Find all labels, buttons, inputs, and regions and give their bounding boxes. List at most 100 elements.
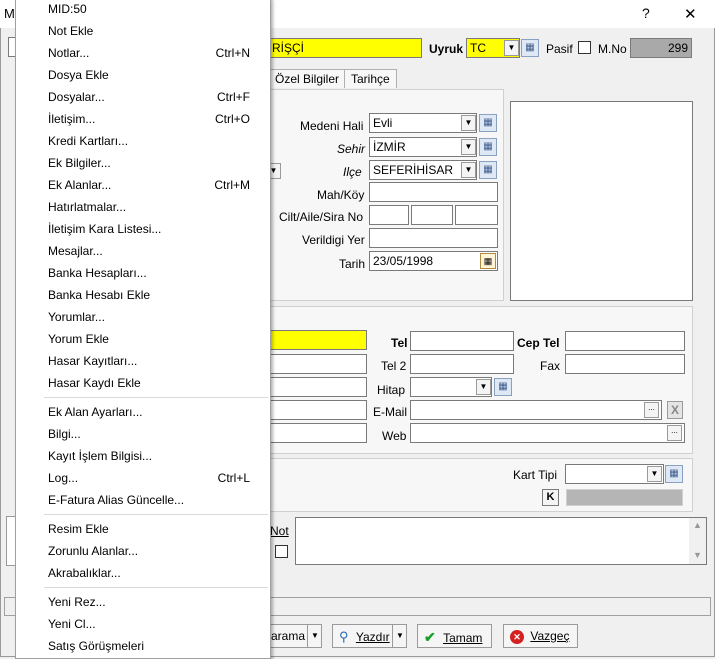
scroll-down-icon[interactable]: ▼ xyxy=(693,550,702,560)
menu-item-hasar-kaydi-ekle[interactable]: Hasar Kaydı Ekle xyxy=(16,372,270,394)
menu-item-hasar-kayitlari[interactable]: Hasar Kayıtları... xyxy=(16,350,270,372)
contact-field-4[interactable] xyxy=(268,400,367,420)
menu-item-yorumlar[interactable]: Yorumlar... xyxy=(16,306,270,328)
tamam-label: Tamam xyxy=(443,631,483,645)
ilce-pick-icon[interactable]: ▦ xyxy=(479,161,497,179)
menu-item-akrabaliklar[interactable]: Akrabalıklar... xyxy=(16,562,270,584)
cancel-icon: ✕ xyxy=(510,630,524,644)
vazgec-button[interactable]: ✕ Vazgeç xyxy=(503,624,578,648)
contact-field-2[interactable] xyxy=(268,354,367,374)
web-field[interactable] xyxy=(410,423,685,443)
scroll-up-icon[interactable]: ▲ xyxy=(693,520,702,530)
uyruk-label: Uyruk xyxy=(429,42,464,56)
menu-separator xyxy=(44,514,268,515)
medeni-hali-label: Medeni Hali xyxy=(300,119,364,133)
mah-koy-label: Mah/Köy xyxy=(317,188,365,202)
menu-item-satis-gorusmeleri[interactable]: Satış Görüşmeleri xyxy=(16,635,270,657)
menu-item-iletisim-kara-listesi[interactable]: İletişim Kara Listesi... xyxy=(16,218,270,240)
note-textarea[interactable] xyxy=(295,517,707,565)
hitap-label: Hitap xyxy=(377,383,406,397)
close-icon[interactable]: ✕ xyxy=(684,5,697,23)
name-field[interactable]: RİŞÇİ xyxy=(268,38,422,58)
menu-item-iletisim[interactable]: İletişim... Ctrl+O xyxy=(16,108,270,130)
tab-tarihce[interactable]: Tarihçe xyxy=(344,69,397,88)
menu-item-ek-alanlar[interactable]: Ek Alanlar... Ctrl+M xyxy=(16,174,270,196)
menu-item-log[interactable]: Log... Ctrl+L xyxy=(16,467,270,489)
menu-item-not-ekle[interactable]: Not Ekle xyxy=(16,20,270,42)
web-browse-button[interactable]: ... xyxy=(667,425,682,441)
vazgec-label: Vazgeç xyxy=(530,629,570,643)
tel2-field[interactable] xyxy=(410,354,514,374)
menu-item-notlar[interactable]: Notlar... Ctrl+N xyxy=(16,42,270,64)
fax-label: Fax xyxy=(540,359,561,373)
pasif-label: Pasif xyxy=(546,42,573,56)
photo-box xyxy=(510,101,693,301)
menu-item-dosyalar[interactable]: Dosyalar... Ctrl+F xyxy=(16,86,270,108)
yazdir-dropdown-button[interactable]: ▼ xyxy=(392,624,407,648)
contact-name-field[interactable] xyxy=(268,330,367,350)
cilt-field[interactable] xyxy=(369,205,409,225)
menu-item-banka-hesabi-ekle[interactable]: Banka Hesabı Ekle xyxy=(16,284,270,306)
verildigi-yer-label: Verildigi Yer xyxy=(302,233,365,247)
k-button[interactable]: K xyxy=(542,489,559,506)
contact-field-3[interactable] xyxy=(268,377,367,397)
web-label: Web xyxy=(382,429,407,443)
menu-item-resim-ekle[interactable]: Resim Ekle xyxy=(16,518,270,540)
email-field[interactable] xyxy=(410,400,662,420)
menu-item-hatirlatmalar[interactable]: Hatırlatmalar... xyxy=(16,196,270,218)
arama-dropdown-button[interactable]: ▼ xyxy=(307,624,322,648)
menu-item-mesajlar[interactable]: Mesajlar... xyxy=(16,240,270,262)
context-menu: MID:50 Not Ekle Notlar... Ctrl+N Dosya Ek… xyxy=(15,0,271,659)
verildigi-yer-field[interactable] xyxy=(369,228,498,248)
uyruk-pick-icon[interactable]: ▦ xyxy=(521,39,539,57)
tarih-field[interactable]: 23/05/1998 xyxy=(369,251,498,271)
sehir-pick-icon[interactable]: ▦ xyxy=(479,138,497,156)
tel-field[interactable] xyxy=(410,331,514,351)
medeni-hali-pick-icon[interactable]: ▦ xyxy=(479,114,497,132)
mah-koy-field[interactable] xyxy=(369,182,498,202)
ilce-dropdown-button[interactable]: ▼ xyxy=(461,162,476,178)
email-browse-button[interactable]: ... xyxy=(644,402,659,418)
menu-item-bilgi[interactable]: Bilgi... xyxy=(16,423,270,445)
sehir-dropdown-button[interactable]: ▼ xyxy=(461,139,476,155)
menu-item-ek-bilgiler[interactable]: Ek Bilgiler... xyxy=(16,152,270,174)
kart-tipi-dropdown-button[interactable]: ▼ xyxy=(647,466,662,482)
menu-item-zorunlu-alanlar[interactable]: Zorunlu Alanlar... xyxy=(16,540,270,562)
sira-no-field[interactable] xyxy=(455,205,498,225)
fax-field[interactable] xyxy=(565,354,685,374)
mno-field: 299 xyxy=(630,38,692,58)
window-title: M xyxy=(4,6,15,21)
tamam-button[interactable]: ✔ Tamam xyxy=(417,624,492,648)
help-button[interactable]: ? xyxy=(642,5,650,21)
menu-item-yeni-rez[interactable]: Yeni Rez... xyxy=(16,591,270,613)
not-label: Not xyxy=(270,524,289,538)
menu-item-yeni-cl[interactable]: Yeni Cl... xyxy=(16,613,270,635)
medeni-hali-dropdown-button[interactable]: ▼ xyxy=(461,115,476,131)
tab-ozel-bilgiler[interactable]: Özel Bilgiler xyxy=(268,69,347,88)
menu-item-kayit-islem-bilgisi[interactable]: Kayıt İşlem Bilgisi... xyxy=(16,445,270,467)
kart-tipi-label: Kart Tipi xyxy=(513,468,558,482)
kart-tipi-pick-icon[interactable]: ▦ xyxy=(665,465,683,483)
calendar-icon[interactable]: ▦ xyxy=(480,253,496,269)
menu-item-ek-alan-ayarlari[interactable]: Ek Alan Ayarları... xyxy=(16,401,270,423)
email-clear-button[interactable]: X xyxy=(667,401,683,419)
menu-item-mid[interactable]: MID:50 xyxy=(16,0,270,20)
menu-item-yorum-ekle[interactable]: Yorum Ekle xyxy=(16,328,270,350)
cep-tel-field[interactable] xyxy=(565,331,685,351)
not-checkbox[interactable] xyxy=(275,545,288,558)
menu-item-e-fatura-alias-guncelle[interactable]: E-Fatura Alias Güncelle... xyxy=(16,489,270,511)
note-scrollbar[interactable]: ▲ ▼ xyxy=(689,518,706,564)
menu-item-kredi-kartlari[interactable]: Kredi Kartları... xyxy=(16,130,270,152)
uyruk-dropdown-button[interactable]: ▼ xyxy=(504,40,519,56)
menu-separator xyxy=(44,587,268,588)
hitap-pick-icon[interactable]: ▦ xyxy=(494,378,512,396)
arama-label: arama xyxy=(271,629,306,643)
pasif-checkbox[interactable] xyxy=(578,41,591,54)
hitap-dropdown-button[interactable]: ▼ xyxy=(476,379,491,395)
menu-item-dosya-ekle[interactable]: Dosya Ekle xyxy=(16,64,270,86)
tel2-label: Tel 2 xyxy=(381,359,407,373)
aile-field[interactable] xyxy=(411,205,453,225)
menu-item-banka-hesaplari[interactable]: Banka Hesapları... xyxy=(16,262,270,284)
cep-tel-label: Cep Tel xyxy=(517,336,560,350)
contact-field-5[interactable] xyxy=(268,423,367,443)
